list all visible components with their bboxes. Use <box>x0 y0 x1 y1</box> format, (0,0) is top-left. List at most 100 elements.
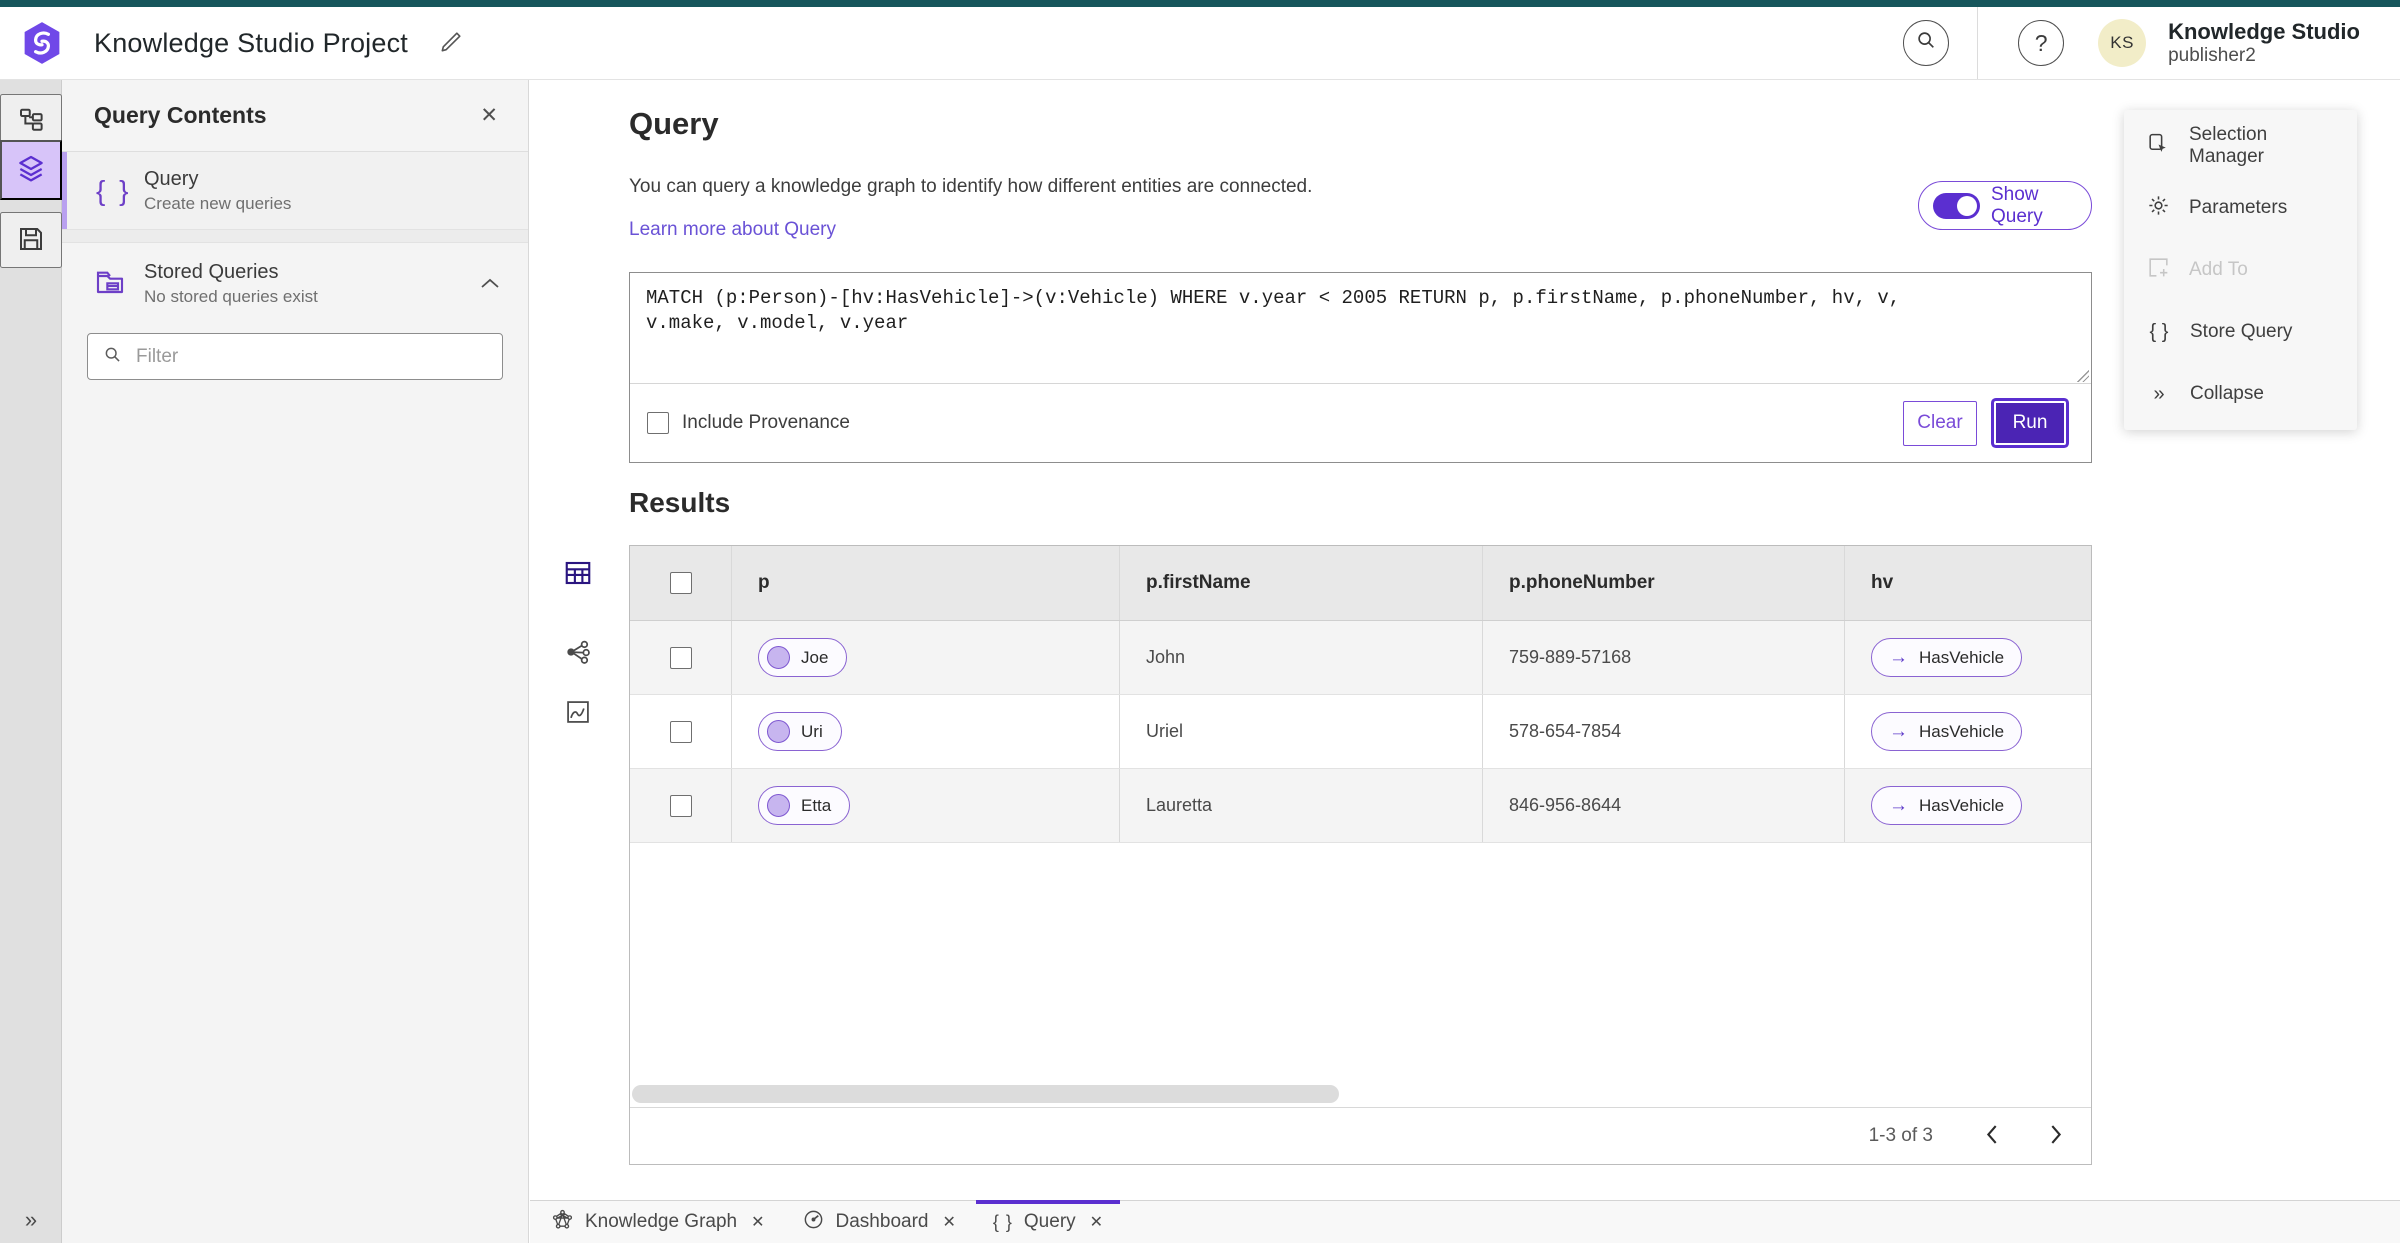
column-header-p[interactable]: p <box>758 572 770 594</box>
table-row: Uri Uriel 578-654-7854 → HasVehicle <box>630 695 2091 769</box>
header-divider <box>1977 7 1979 79</box>
chart-view-button[interactable] <box>551 691 604 735</box>
cell-phonenumber: 578-654-7854 <box>1509 721 1622 741</box>
arrow-right-icon: → <box>1889 720 1908 742</box>
double-chevron-right-icon: » <box>24 1207 38 1232</box>
query-workspace: Query You can query a knowledge graph to… <box>530 80 2400 1200</box>
menu-label: Add To <box>2189 259 2248 280</box>
run-button[interactable]: Run <box>1994 401 2066 445</box>
node-pill[interactable]: Etta <box>758 786 851 825</box>
previous-page-button[interactable] <box>1985 1124 1998 1148</box>
collapse-stored-queries-button[interactable] <box>480 277 500 292</box>
filter-input[interactable] <box>136 345 488 368</box>
query-textarea[interactable]: MATCH (p:Person)-[hv:HasVehicle]->(v:Veh… <box>630 273 2091 384</box>
tab-label: Query <box>1023 1211 1076 1232</box>
node-label: Etta <box>801 795 832 815</box>
menu-item-collapse[interactable]: » Collapse <box>2124 363 2357 425</box>
menu-label: Collapse <box>2190 383 2264 404</box>
network-icon <box>564 638 592 669</box>
graph-view-button[interactable] <box>551 631 604 675</box>
edit-title-button[interactable] <box>438 29 464 58</box>
layers-button-active[interactable] <box>0 140 62 200</box>
results-title: Results <box>629 487 731 518</box>
row-checkbox[interactable] <box>669 646 692 669</box>
table-empty-area <box>630 843 2091 1107</box>
app-logo-icon <box>22 21 62 65</box>
help-button[interactable]: ? <box>2018 20 2065 66</box>
show-query-toggle[interactable]: Show Query <box>1918 181 2092 230</box>
tab-dashboard[interactable]: Dashboard ✕ <box>787 1201 971 1243</box>
column-header-hv[interactable]: hv <box>1871 572 1893 594</box>
chevron-right-icon <box>2050 1124 2063 1148</box>
row-checkbox[interactable] <box>669 794 692 817</box>
table-icon <box>563 558 593 591</box>
braces-icon: { } <box>992 1211 1013 1232</box>
save-button[interactable] <box>0 212 62 268</box>
edge-label: HasVehicle <box>1919 795 2005 815</box>
menu-label: Parameters <box>2189 197 2288 218</box>
gear-icon <box>2146 193 2171 224</box>
close-tab-icon[interactable]: ✕ <box>942 1212 955 1232</box>
query-description: You can query a knowledge graph to ident… <box>629 176 1313 197</box>
query-contents-panel: Query Contents ✕ { } Query Create new qu… <box>62 80 529 1243</box>
results-table: p p.firstName p.phoneNumber hv Joe John … <box>629 545 2092 1165</box>
braces-icon: { } <box>96 174 132 206</box>
next-page-button[interactable] <box>2050 1124 2063 1148</box>
user-name: Knowledge Studio <box>2168 19 2360 45</box>
project-title: Knowledge Studio Project <box>94 27 408 58</box>
panel-header: Query Contents ✕ <box>62 80 528 152</box>
close-tab-icon[interactable]: ✕ <box>1090 1212 1103 1232</box>
query-item-description: Create new queries <box>144 193 292 213</box>
menu-item-selection-manager[interactable]: Selection Manager <box>2124 115 2357 177</box>
close-icon: ✕ <box>480 104 498 127</box>
learn-more-link[interactable]: Learn more about Query <box>629 219 836 241</box>
table-view-button-active[interactable] <box>551 538 604 611</box>
edge-pill[interactable]: → HasVehicle <box>1871 638 2023 677</box>
app-header: Knowledge Studio Project ? KS Knowledge … <box>0 7 2400 80</box>
stored-queries-filter <box>87 333 503 380</box>
stored-queries-description: No stored queries exist <box>144 287 318 306</box>
node-dot-icon <box>767 794 790 817</box>
column-header-phonenumber[interactable]: p.phoneNumber <box>1509 572 1655 594</box>
menu-item-parameters[interactable]: Parameters <box>2124 177 2357 239</box>
edge-pill[interactable]: → HasVehicle <box>1871 712 2023 751</box>
column-header-firstname[interactable]: p.firstName <box>1146 572 1251 594</box>
cell-firstname: Lauretta <box>1146 795 1213 815</box>
toggle-switch-on[interactable] <box>1933 192 1980 219</box>
include-provenance-label: Include Provenance <box>682 412 850 433</box>
cell-firstname: John <box>1146 647 1186 667</box>
left-icon-rail: » <box>0 80 62 1243</box>
edge-pill[interactable]: → HasVehicle <box>1871 786 2023 825</box>
help-icon: ? <box>2034 29 2048 56</box>
horizontal-scrollbar[interactable] <box>632 1085 1339 1103</box>
row-checkbox[interactable] <box>669 720 692 743</box>
save-floppy-icon <box>16 224 46 257</box>
tab-knowledge-graph[interactable]: Knowledge Graph ✕ <box>536 1201 780 1243</box>
panel-item-query[interactable]: { } Query Create new queries <box>62 152 528 230</box>
tab-label: Knowledge Graph <box>585 1211 738 1232</box>
close-tab-icon[interactable]: ✕ <box>751 1212 764 1232</box>
user-avatar[interactable]: KS <box>2098 19 2147 67</box>
tab-query-active[interactable]: { } Query ✕ <box>975 1200 1121 1243</box>
user-info: Knowledge Studio publisher2 <box>2168 19 2360 66</box>
knowledge-graph-icon <box>551 1208 574 1237</box>
page-title: Query <box>629 106 719 141</box>
query-item-label: Query <box>144 167 199 190</box>
close-panel-button[interactable]: ✕ <box>480 103 498 128</box>
panel-item-stored-queries[interactable]: Stored Queries No stored queries exist <box>62 243 528 325</box>
menu-item-store-query[interactable]: { } Store Query <box>2124 301 2357 363</box>
node-pill[interactable]: Uri <box>758 712 842 751</box>
clear-button[interactable]: Clear <box>1903 400 1977 446</box>
header-actions: ? KS Knowledge Studio publisher2 <box>1903 7 2400 79</box>
include-provenance-checkbox[interactable] <box>647 412 669 434</box>
node-pill[interactable]: Joe <box>758 638 848 677</box>
expand-rail-button[interactable]: » <box>0 1207 62 1233</box>
query-editor-footer: Include Provenance Clear Run <box>630 384 2091 462</box>
global-search-button[interactable] <box>1903 20 1950 66</box>
node-label: Joe <box>801 647 829 667</box>
selection-manager-icon <box>2146 131 2171 162</box>
stored-queries-label: Stored Queries <box>144 261 279 283</box>
resize-handle[interactable] <box>2077 370 2089 382</box>
select-all-checkbox[interactable] <box>669 572 692 594</box>
add-to-icon <box>2146 255 2171 286</box>
